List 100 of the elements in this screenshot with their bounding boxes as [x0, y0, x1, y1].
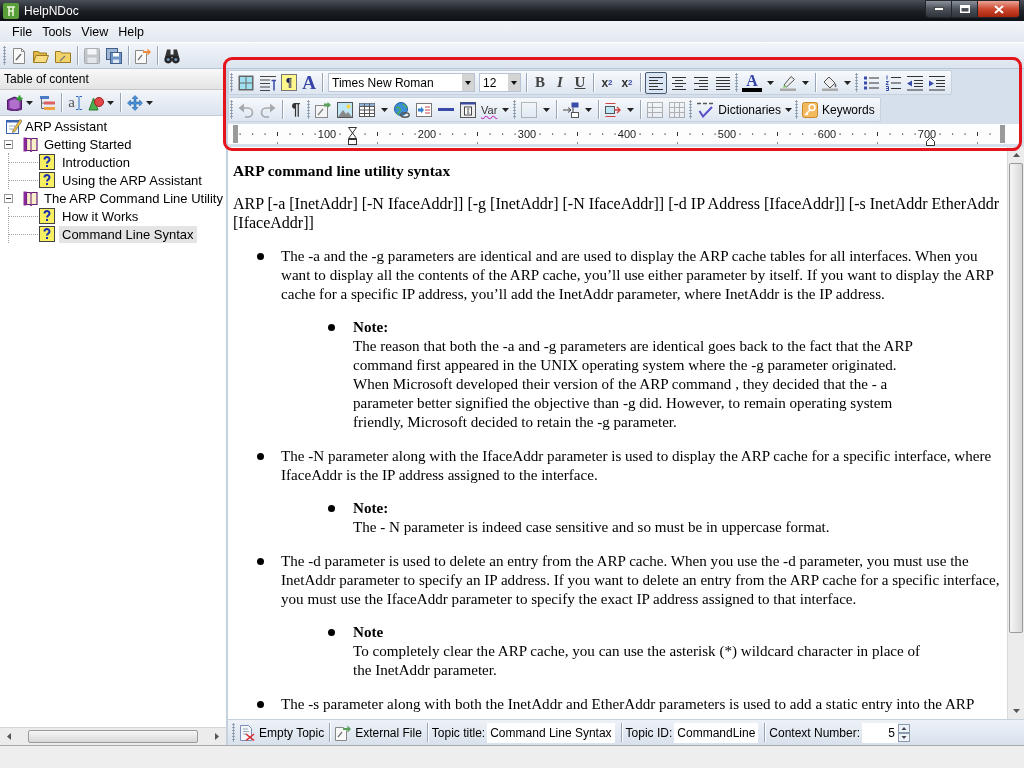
menu-item[interactable]: View	[76, 22, 114, 41]
superscript-button[interactable]: x$^{2}$	[619, 73, 635, 92]
font-color-button[interactable]: A	[742, 73, 762, 92]
help-page-icon	[39, 226, 55, 242]
indent-marker-icon[interactable]	[348, 127, 357, 145]
bullet-icon	[328, 629, 335, 636]
caret-icon[interactable]	[107, 100, 114, 105]
app-logo-icon	[3, 2, 19, 19]
tree-item[interactable]: Introduction	[59, 153, 133, 171]
key-icon	[802, 101, 818, 118]
spell-check-icon[interactable]	[697, 101, 714, 118]
highlighter-pen-icon[interactable]	[780, 74, 796, 91]
bullet-text: The -s parameter along with both the InetAddr and EtherAddr parameters is used to add a static entry into the ARP	[281, 695, 976, 714]
collapse-icon[interactable]	[4, 139, 13, 149]
text-lines-icon[interactable]	[260, 74, 276, 91]
caret-icon[interactable]	[844, 80, 851, 85]
note-title: Note:	[353, 318, 390, 337]
tree-item[interactable]: ARP Assistant	[22, 117, 111, 135]
new-page-icon[interactable]	[11, 47, 27, 64]
picture-icon[interactable]	[337, 101, 353, 118]
caret-icon[interactable]	[26, 100, 33, 105]
rename-button[interactable]: a	[67, 93, 83, 112]
tree-item[interactable]: The ARP Command Line Utility	[41, 189, 226, 207]
text-field[interactable]: Command Line Syntax	[487, 722, 615, 743]
number-field[interactable]: 5	[862, 722, 899, 743]
framed-box-icon[interactable]	[460, 101, 476, 118]
horizontal-scrollbar[interactable]	[0, 727, 226, 745]
caret-icon[interactable]	[381, 107, 388, 112]
scroll-right-icon[interactable]	[215, 733, 219, 740]
caret-icon[interactable]	[627, 107, 635, 112]
underline-button[interactable]: U	[572, 73, 588, 92]
collapse-icon[interactable]	[4, 193, 13, 203]
minimize-button[interactable]	[925, 0, 952, 18]
bold-button[interactable]: B	[532, 73, 548, 92]
empty-topic-button[interactable]: Empty Topic	[237, 721, 327, 744]
numbered-list-icon[interactable]	[885, 74, 901, 91]
tree-bars-icon[interactable]	[39, 94, 55, 111]
increase-indent-icon[interactable]	[929, 74, 945, 91]
caret-icon[interactable]	[543, 107, 551, 112]
globe-link-icon[interactable]	[394, 101, 410, 118]
scroll-left-icon[interactable]	[7, 733, 11, 740]
binoculars-icon[interactable]	[164, 47, 180, 64]
text-style-button[interactable]: A	[301, 73, 317, 92]
scrollbar-thumb[interactable]	[1009, 163, 1023, 633]
table-icon[interactable]	[359, 101, 375, 118]
page-arrow-icon[interactable]	[135, 47, 151, 64]
font-name-dropdown[interactable]: Times New Roman	[328, 73, 475, 92]
arrow-box-icon[interactable]	[605, 101, 622, 118]
keywords-button[interactable]: Keywords	[800, 98, 877, 121]
tree-item[interactable]: Command Line Syntax	[59, 225, 197, 243]
close-button[interactable]	[978, 0, 1020, 18]
image-link-icon[interactable]	[315, 101, 331, 118]
dotted-square-icon[interactable]	[521, 101, 538, 118]
formatting-marks-button[interactable]: ¶	[288, 100, 304, 119]
italic-button[interactable]: I	[552, 73, 568, 92]
scrollbar-thumb[interactable]	[28, 730, 198, 743]
dictionaries-button[interactable]: Dictionaries	[716, 98, 794, 121]
menu-item[interactable]: Help	[113, 22, 149, 41]
caret-icon[interactable]	[146, 100, 153, 105]
tree-item[interactable]: Using the ARP Assistant	[59, 171, 205, 189]
scroll-down-icon[interactable]	[1012, 709, 1020, 713]
scroll-up-icon[interactable]	[1012, 153, 1020, 157]
variable-button[interactable]: Var	[481, 100, 498, 119]
caret-icon[interactable]	[767, 80, 774, 85]
book-plus-icon[interactable]	[7, 94, 23, 111]
menu-item[interactable]: Tools	[37, 22, 77, 41]
page-arrow-icon	[335, 724, 352, 741]
caret-icon[interactable]	[502, 107, 510, 112]
panel-title: Table of content	[4, 72, 89, 86]
bullet-text: The -d parameter is used to delete an entry from the ARP cache. When you use the -d parameter, you must use the InetAddr parameter to specify an IP address. If you want to delete an entry from the ARP cache for a specific interface, you must use the IfaceAddr parameter to specify the exact IP address assigned to that interface.	[281, 552, 1001, 609]
caret-icon[interactable]	[585, 107, 593, 112]
paragraph-style-button[interactable]: ¶	[281, 74, 297, 91]
text-field[interactable]: CommandLine	[674, 722, 759, 743]
table-cells-icon[interactable]	[238, 74, 254, 91]
menu-item[interactable]: File	[7, 22, 38, 41]
note-title: Note	[353, 623, 385, 642]
bulleted-list-icon[interactable]	[863, 74, 879, 91]
bullet-text: The -a and the -g parameters are identical and are used to display the ARP cache tables for all interfaces. When you want to display all the contents of the ARP cache, you’ll use either parameter by itself. If you want to display the ARP cache for a specific IP address, you’ll add the InetAddr parameter, where InetAddr is the IP address.	[281, 247, 995, 304]
justify-icon[interactable]	[715, 74, 731, 91]
caret-icon[interactable]	[802, 80, 809, 85]
tree-item[interactable]: Getting Started	[41, 135, 135, 153]
paint-bucket-icon[interactable]	[822, 74, 838, 91]
vertical-scrollbar[interactable]	[1007, 147, 1024, 719]
help-page-icon	[39, 154, 55, 170]
flow-arrows-icon[interactable]	[563, 101, 580, 118]
tree-item[interactable]: How it Works	[59, 207, 142, 225]
font-size-dropdown[interactable]: 12	[479, 73, 521, 92]
floppy-disks-icon[interactable]	[106, 47, 122, 64]
bullet-icon	[257, 701, 264, 708]
align-center-icon[interactable]	[671, 74, 687, 91]
spinner-arrows-icon[interactable]	[898, 723, 911, 742]
align-right-icon[interactable]	[693, 74, 709, 91]
book-icon	[23, 190, 39, 206]
align-left-icon[interactable]	[645, 71, 667, 94]
maximize-button[interactable]	[952, 0, 978, 18]
shapes-icon[interactable]	[88, 94, 104, 111]
move-arrows-icon[interactable]	[127, 94, 143, 111]
decrease-indent-icon[interactable]	[907, 74, 923, 91]
insert-file-icon[interactable]	[416, 101, 432, 118]
external-file-button[interactable]: External File	[333, 721, 424, 744]
